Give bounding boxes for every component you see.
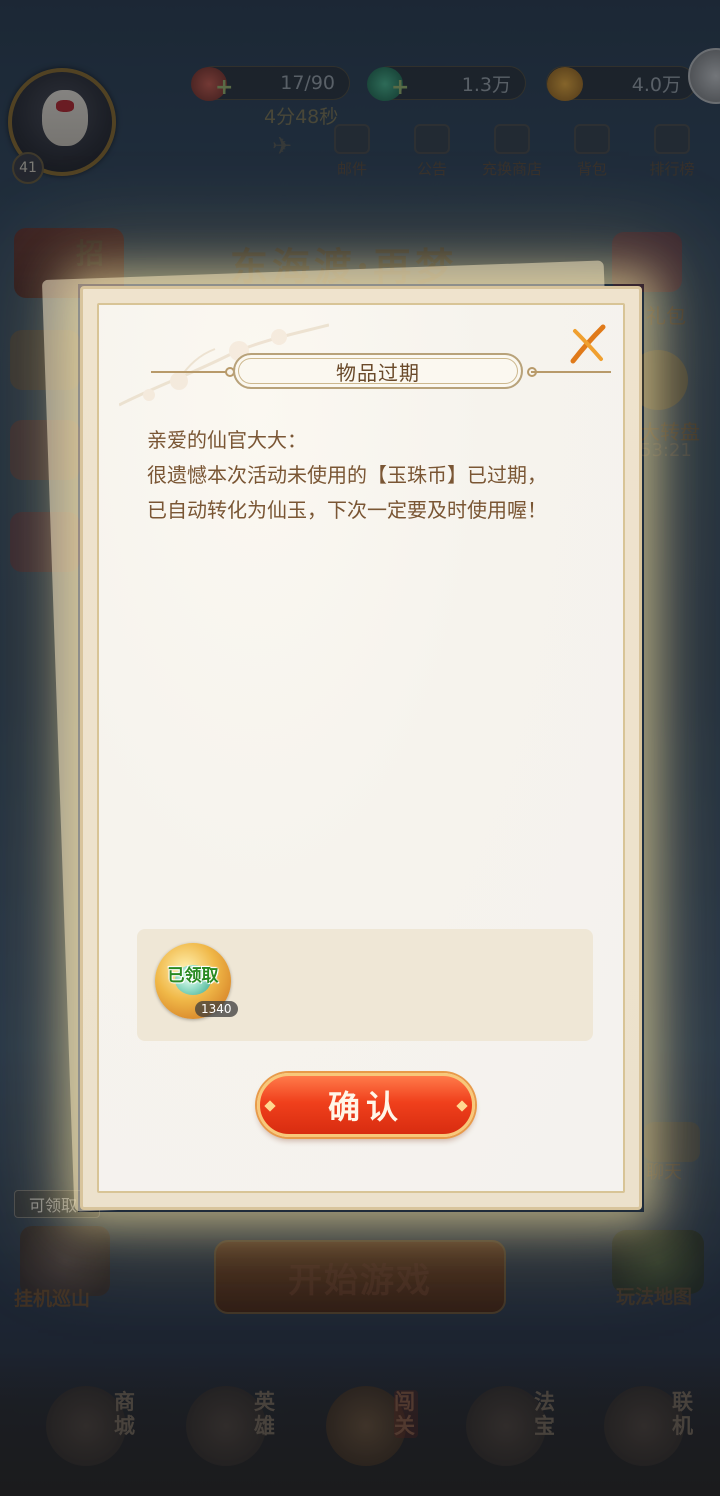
reward-quantity: 1340 bbox=[195, 1001, 238, 1017]
dialog-title-bar: 物品过期 bbox=[151, 353, 611, 389]
title-ornament-right bbox=[531, 371, 611, 373]
reward-panel: 已领取 1340 bbox=[137, 929, 593, 1041]
message-greeting: 亲爱的仙官大大： bbox=[147, 428, 307, 452]
confirm-ornament-left bbox=[264, 1100, 276, 1112]
close-button[interactable] bbox=[563, 321, 611, 369]
confirm-button-label: 确认 bbox=[327, 1088, 404, 1126]
message-line-2: 已自动转化为仙玉，下次一定要及时使用喔！ bbox=[147, 498, 547, 522]
reward-item[interactable]: 已领取 1340 bbox=[153, 941, 238, 1021]
confirm-button[interactable]: 确认 bbox=[257, 1073, 475, 1137]
confirm-ornament-right bbox=[456, 1100, 468, 1112]
claimed-status-label: 已领取 bbox=[167, 966, 219, 986]
title-ornament-left bbox=[151, 371, 231, 373]
dialog-message: 亲爱的仙官大大： 很遗憾本次活动未使用的【玉珠币】已过期， 已自动转化为仙玉，下… bbox=[147, 423, 607, 528]
dialog-paper: 物品过期 亲爱的仙官大大： 很遗憾本次活动未使用的【玉珠币】已过期， 已自动转化… bbox=[97, 303, 625, 1193]
message-line-1: 很遗憾本次活动未使用的【玉珠币】已过期， bbox=[147, 463, 547, 487]
close-x-icon bbox=[570, 324, 606, 364]
dialog-title: 物品过期 bbox=[233, 353, 523, 389]
item-expired-dialog: 物品过期 亲爱的仙官大大： 很遗憾本次活动未使用的【玉珠币】已过期， 已自动转化… bbox=[80, 286, 642, 1210]
